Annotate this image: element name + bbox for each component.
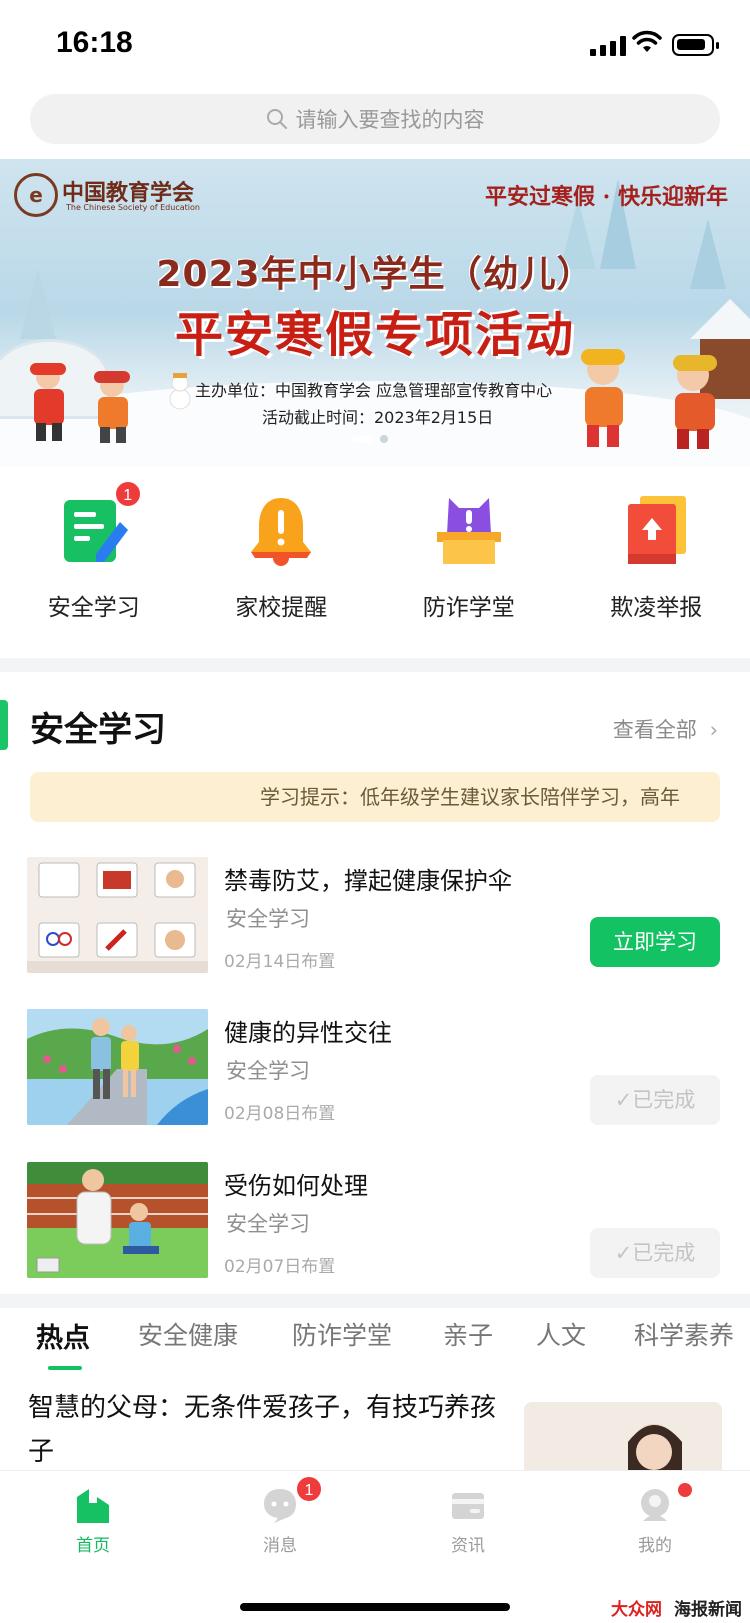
section-title: 安全学习 [30, 710, 166, 750]
kids-illustration-left [30, 363, 130, 443]
profile-icon [641, 1489, 669, 1521]
section-divider [0, 1294, 750, 1308]
course-title: 禁毒防艾，撑起健康保护伞 [224, 867, 512, 895]
completed-label: 已完成 [632, 1241, 696, 1265]
course-thumbnail [27, 1009, 208, 1125]
nav-label: 首页 [76, 1536, 110, 1556]
messages-badge: 1 [295, 1475, 323, 1503]
banner-deadline: 活动截止时间：2023年2月15日 [262, 408, 494, 427]
quick-item-label: 欺凌举报 [610, 595, 703, 621]
quick-item-anti-fraud[interactable]: 防诈学堂 [375, 492, 563, 642]
search-placeholder: 请输入要查找的内容 [295, 108, 485, 132]
nav-label: 我的 [638, 1536, 672, 1556]
course-item[interactable]: 禁毒防艾，撑起健康保护伞 安全学习 02月14日布置 立即学习 [0, 857, 750, 975]
quick-item-safety-study[interactable]: 1 安全学习 [0, 480, 188, 642]
course-category: 安全学习 [226, 1059, 310, 1083]
chevron-right-icon: › [709, 718, 718, 742]
report-upload-icon [618, 492, 694, 568]
nav-home[interactable]: 首页 [38, 1485, 148, 1556]
csoe-logo-icon: e [14, 173, 58, 217]
nav-profile[interactable]: 我的 [600, 1483, 710, 1556]
bottom-navigation: 首页 1 消息 资讯 我的 大众网 海报新闻 [0, 1470, 750, 1623]
completed-button[interactable]: ✓已完成 [590, 1075, 720, 1125]
status-time: 16:18 [56, 26, 133, 59]
banner-title-line1: 2023年中小学生（幼儿） [156, 254, 594, 295]
quick-item-school-reminder[interactable]: 家校提醒 [188, 492, 376, 642]
news-category-tabs: 热点 安全健康 防诈学堂 亲子 人文 科学素养 [0, 1316, 750, 1376]
tab-science[interactable]: 科学素养 [634, 1316, 734, 1352]
study-tip-banner: 学习提示：低年级学生建议家长陪伴学习，高年 [30, 772, 720, 822]
tab-anti-fraud[interactable]: 防诈学堂 [292, 1316, 392, 1352]
banner-pagination [352, 435, 388, 443]
course-date: 02月07日布置 [224, 1257, 336, 1277]
cellular-signal-icon [590, 36, 626, 56]
course-category: 安全学习 [226, 1212, 310, 1236]
quick-item-label: 安全学习 [47, 595, 140, 621]
quick-item-label: 家校提醒 [235, 595, 328, 621]
search-icon [266, 109, 287, 129]
course-title: 受伤如何处理 [224, 1172, 368, 1200]
article-title[interactable]: 智慧的父母：无条件爱孩子，有技巧养孩子 [28, 1386, 498, 1474]
view-all-link[interactable]: 查看全部 › [613, 714, 718, 744]
study-notepad-icon: 1 [56, 480, 142, 568]
study-tip-text: 学习提示：低年级学生建议家长陪伴学习，高年 [260, 785, 680, 809]
banner-host: 主办单位：中国教育学会 应急管理部宣传教育中心 [195, 381, 553, 400]
message-icon [264, 1489, 296, 1523]
bell-alert-icon [243, 492, 319, 568]
status-bar: 16:18 [0, 0, 750, 90]
search-input[interactable]: 请输入要查找的内容 [30, 94, 720, 144]
home-icon [77, 1489, 109, 1523]
course-category: 安全学习 [226, 907, 310, 931]
anti-fraud-box-icon [431, 492, 507, 568]
quick-item-label: 防诈学堂 [422, 595, 515, 621]
view-all-label: 查看全部 [612, 718, 697, 742]
profile-notification-dot [678, 1483, 692, 1497]
watermark: 大众网 海报新闻 [611, 1595, 742, 1620]
course-thumbnail [27, 857, 208, 973]
banner-slogan: 平安过寒假 · 快乐迎新年 [485, 184, 728, 210]
completed-button[interactable]: ✓已完成 [590, 1228, 720, 1278]
start-study-button[interactable]: 立即学习 [590, 917, 720, 967]
kids-illustration-right [581, 349, 717, 449]
promo-banner[interactable]: e 中国教育学会 The Chinese Society of Educatio… [0, 159, 750, 467]
news-icon [452, 1493, 484, 1519]
quick-menu: 1 安全学习 家校提醒 防诈学堂 欺凌举报 [0, 480, 750, 642]
snowman-icon [169, 373, 191, 410]
course-item[interactable]: 受伤如何处理 安全学习 02月07日布置 ✓已完成 [0, 1162, 750, 1280]
course-item[interactable]: 健康的异性交往 安全学习 02月08日布置 ✓已完成 [0, 1009, 750, 1127]
check-icon: ✓ [614, 1088, 633, 1112]
active-tab-indicator [48, 1366, 82, 1370]
logo-subtitle: The Chinese Society of Education [66, 203, 200, 212]
watermark-dazhong: 大众网 [611, 1600, 662, 1620]
pagination-dot-active [352, 435, 374, 443]
quick-item-bullying-report[interactable]: 欺凌举报 [563, 492, 750, 642]
tab-parenting[interactable]: 亲子 [443, 1316, 493, 1352]
section-divider [0, 658, 750, 672]
quick-item-badge: 1 [113, 480, 142, 508]
wifi-icon [632, 30, 662, 52]
course-date: 02月08日布置 [224, 1104, 336, 1124]
home-indicator [240, 1603, 510, 1611]
battery-icon [672, 34, 719, 56]
tab-hot[interactable]: 热点 [36, 1316, 90, 1355]
nav-news[interactable]: 资讯 [413, 1485, 523, 1556]
course-thumbnail [27, 1162, 208, 1278]
completed-label: 已完成 [632, 1088, 696, 1112]
course-date: 02月14日布置 [224, 952, 336, 972]
tab-safety-health[interactable]: 安全健康 [138, 1316, 238, 1352]
nav-label: 资讯 [451, 1536, 485, 1556]
watermark-haibao: 海报新闻 [674, 1600, 742, 1620]
tab-humanities[interactable]: 人文 [536, 1316, 586, 1352]
nav-messages[interactable]: 1 消息 [225, 1475, 335, 1556]
pagination-dot [380, 435, 388, 443]
course-title: 健康的异性交往 [224, 1019, 392, 1047]
check-icon: ✓ [614, 1241, 633, 1265]
section-accent-bar [0, 700, 8, 750]
nav-label: 消息 [263, 1536, 297, 1556]
